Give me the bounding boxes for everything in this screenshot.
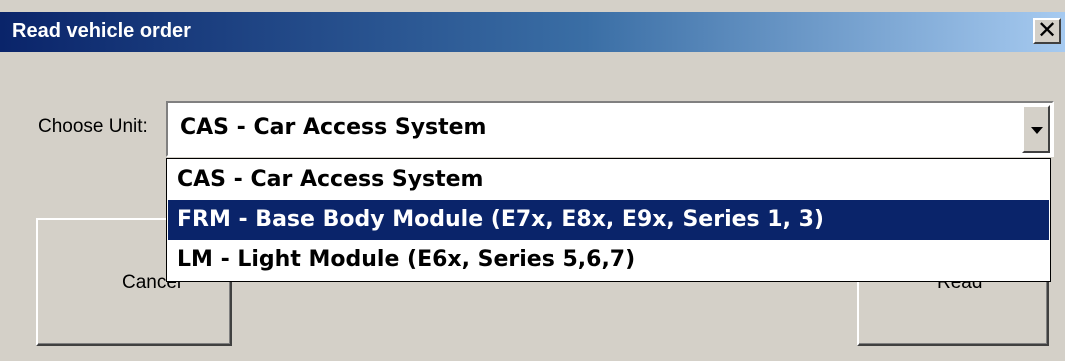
title-bar[interactable]: Read vehicle order ✕	[0, 12, 1065, 52]
chevron-down-icon	[1031, 127, 1043, 134]
dropdown-option-cas[interactable]: CAS - Car Access System	[168, 160, 1049, 200]
read-vehicle-order-dialog: Read vehicle order ✕ Choose Unit: CAS - …	[0, 0, 1065, 361]
unit-select[interactable]: CAS - Car Access System	[166, 101, 1054, 157]
dropdown-button[interactable]	[1022, 105, 1050, 153]
unit-dropdown-list: CAS - Car Access System FRM - Base Body …	[166, 158, 1051, 282]
dropdown-option-frm[interactable]: FRM - Base Body Module (E7x, E8x, E9x, S…	[168, 200, 1049, 240]
window-title: Read vehicle order	[12, 20, 191, 42]
close-icon: ✕	[1036, 16, 1058, 44]
unit-select-value: CAS - Car Access System	[180, 115, 487, 140]
close-button[interactable]: ✕	[1033, 18, 1061, 44]
choose-unit-label: Choose Unit:	[38, 116, 148, 137]
dropdown-option-lm[interactable]: LM - Light Module (E6x, Series 5,6,7)	[168, 240, 1049, 280]
